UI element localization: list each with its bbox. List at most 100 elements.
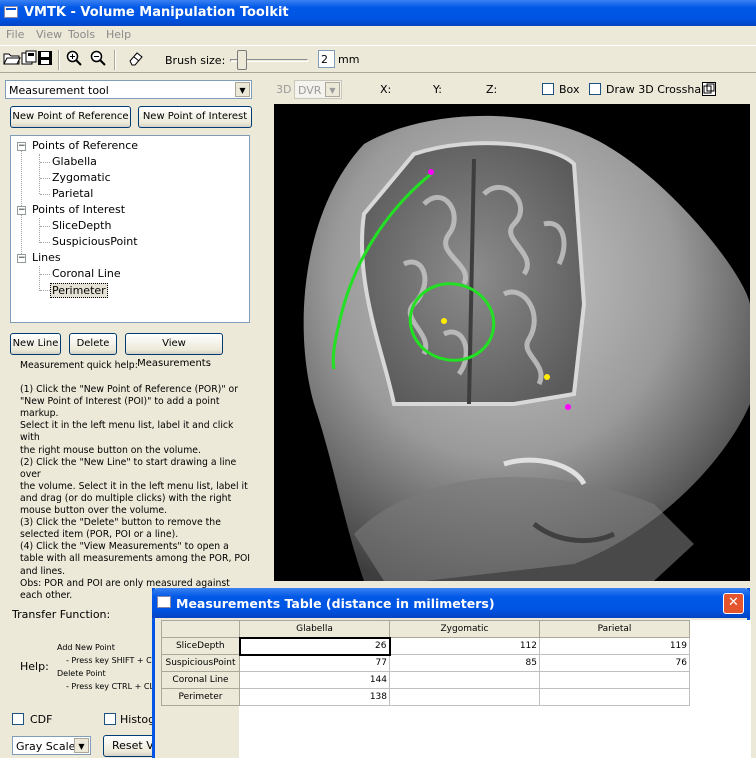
histogram-label: Histog xyxy=(120,713,156,726)
snapshot-icon[interactable] xyxy=(702,82,716,96)
table-cell[interactable] xyxy=(389,671,540,689)
help-title: Measurement quick help: xyxy=(20,360,138,371)
app-title-bar[interactable]: VMTK - Volume Manipulation Toolkit xyxy=(0,0,756,26)
help-line: (1) Click the "New Point of Reference (P… xyxy=(20,384,239,396)
tree-item-perimeter[interactable]: Perimeter xyxy=(50,283,108,298)
brush-size-input[interactable]: 2 xyxy=(318,50,335,68)
help-line: the volume. Select it in the left menu l… xyxy=(20,480,248,492)
table-cell[interactable]: 77 xyxy=(239,654,390,672)
tree-branch-line xyxy=(40,226,50,227)
table-cell[interactable]: 119 xyxy=(539,637,690,655)
por-marker xyxy=(441,318,447,324)
help-label: Help: xyxy=(20,660,49,673)
help-line: and drag (or do multiple clicks) with th… xyxy=(20,492,232,504)
delete-button[interactable]: Delete xyxy=(69,333,117,355)
collapse-icon[interactable]: − xyxy=(17,142,26,151)
row-header: SuspiciousPoint xyxy=(161,654,240,672)
z-coordinate-label: Z: xyxy=(486,83,498,96)
por-marker xyxy=(544,374,550,380)
render-mode-select[interactable]: DVR ▼ xyxy=(294,80,342,99)
zoom-out-icon[interactable] xyxy=(88,50,108,70)
row-header: Coronal Line xyxy=(161,671,240,689)
new-point-of-interest-button[interactable]: New Point of Interest xyxy=(138,106,252,128)
help-delete-point-key: - Press key CTRL + CLIC xyxy=(66,682,162,691)
view-measurements-button[interactable]: View Measurements xyxy=(125,333,223,369)
menu-bar: File View Tools Help xyxy=(0,26,756,44)
tree-item-slicedepth[interactable]: SliceDepth xyxy=(52,219,111,232)
table-cell[interactable] xyxy=(539,688,690,706)
table-cell[interactable]: 85 xyxy=(389,654,540,672)
dialog-title: Measurements Table (distance in milimete… xyxy=(176,596,495,611)
measurement-tree[interactable]: − Points of Reference Glabella Zygomatic… xyxy=(10,135,250,323)
tree-item-suspiciouspoint[interactable]: SuspiciousPoint xyxy=(52,235,138,248)
table-cell[interactable] xyxy=(539,671,690,689)
chevron-down-icon[interactable]: ▼ xyxy=(74,738,89,753)
help-line: (3) Click the "Delete" button to remove … xyxy=(20,517,221,529)
collapse-icon[interactable]: − xyxy=(17,206,26,215)
table-cell[interactable]: 76 xyxy=(539,654,690,672)
transfer-function-label: Transfer Function: xyxy=(12,608,111,621)
brush-size-slider-thumb[interactable] xyxy=(236,50,247,70)
poi-marker xyxy=(428,169,434,175)
tree-group-lines[interactable]: Lines xyxy=(32,251,61,264)
save-icon[interactable] xyxy=(35,50,55,70)
brush-size-label: Brush size: xyxy=(165,54,226,67)
volume-render-viewport[interactable] xyxy=(274,104,750,581)
table-cell[interactable]: 112 xyxy=(389,637,540,655)
table-cell[interactable]: 144 xyxy=(239,671,390,689)
table-row: SuspiciousPoint 77 85 76 xyxy=(161,654,690,672)
box-checkbox[interactable] xyxy=(542,83,554,95)
help-delete-point: Delete Point xyxy=(57,669,106,678)
app-title: VMTK - Volume Manipulation Toolkit xyxy=(24,5,289,20)
colormap-select[interactable]: Gray Scale ▼ xyxy=(12,736,91,755)
tool-select[interactable]: Measurement tool ▼ xyxy=(5,80,252,99)
new-point-of-reference-button[interactable]: New Point of Reference xyxy=(10,106,131,128)
dialog-window-icon[interactable] xyxy=(157,596,171,608)
menu-view[interactable]: View xyxy=(36,28,62,41)
chevron-down-icon[interactable]: ▼ xyxy=(325,82,340,97)
tree-guide-line xyxy=(39,266,40,291)
x-coordinate-label: X: xyxy=(380,83,392,96)
tool-select-value: Measurement tool xyxy=(9,84,109,97)
close-icon[interactable]: ✕ xyxy=(723,593,744,614)
box-label: Box xyxy=(559,83,580,96)
chevron-down-icon[interactable]: ▼ xyxy=(235,82,250,97)
column-header-parietal[interactable]: Parietal xyxy=(539,620,690,638)
zoom-in-icon[interactable] xyxy=(64,50,84,70)
tree-group-points-of-reference[interactable]: Points of Reference xyxy=(32,139,138,152)
help-line: table with all measurements among the PO… xyxy=(20,553,251,565)
table-cell[interactable]: 26 xyxy=(238,636,391,656)
crosshair-checkbox[interactable] xyxy=(589,83,601,95)
crosshair-label: Draw 3D Crosshair xyxy=(606,83,709,96)
histogram-checkbox[interactable] xyxy=(104,713,116,725)
app-window-icon[interactable] xyxy=(4,6,18,18)
volume-rendering xyxy=(303,115,750,581)
measurement-help: Measurement quick help: (1) Click the "N… xyxy=(20,360,252,602)
column-header-zygomatic[interactable]: Zygomatic xyxy=(389,620,540,638)
table-row: Coronal Line 144 xyxy=(161,671,690,689)
help-add-point: Add New Point xyxy=(57,643,115,652)
collapse-icon[interactable]: − xyxy=(17,254,26,263)
menu-help[interactable]: Help xyxy=(106,28,131,41)
row-header: SliceDepth xyxy=(161,637,240,655)
tree-item-zygomatic[interactable]: Zygomatic xyxy=(52,171,111,184)
cdf-checkbox[interactable] xyxy=(12,713,24,725)
column-header-glabella[interactable]: Glabella xyxy=(239,620,390,638)
tree-group-points-of-interest[interactable]: Points of Interest xyxy=(32,203,125,216)
poi-marker xyxy=(565,404,571,410)
tree-branch-line xyxy=(40,162,50,163)
eraser-icon[interactable] xyxy=(126,50,146,70)
tree-item-parietal[interactable]: Parietal xyxy=(52,187,93,200)
dialog-title-bar[interactable]: Measurements Table (distance in milimete… xyxy=(152,588,750,618)
tree-item-coronal-line[interactable]: Coronal Line xyxy=(52,267,121,280)
table-row: Perimeter 138 xyxy=(161,688,690,706)
tree-item-glabella[interactable]: Glabella xyxy=(52,155,97,168)
new-line-button[interactable]: New Line xyxy=(10,333,61,355)
menu-file[interactable]: File xyxy=(6,28,24,41)
menu-tools[interactable]: Tools xyxy=(68,28,95,41)
table-cell[interactable]: 138 xyxy=(239,688,390,706)
toolbar-separator xyxy=(114,50,116,70)
toolbar-separator xyxy=(58,50,60,70)
table-corner xyxy=(161,620,240,638)
table-cell[interactable] xyxy=(389,688,540,706)
